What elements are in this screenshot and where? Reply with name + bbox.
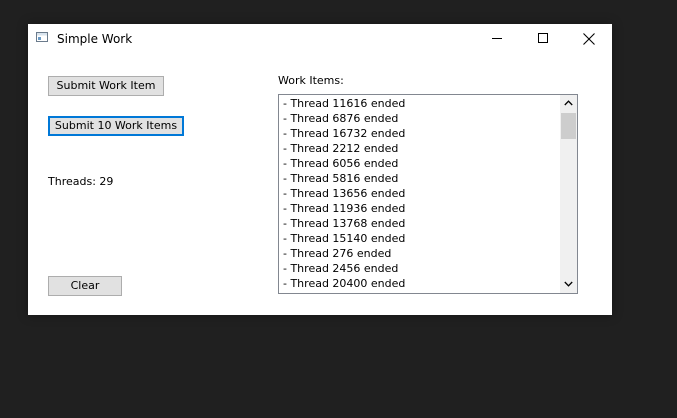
submit-work-item-button[interactable]: Submit Work Item — [48, 76, 164, 96]
maximize-button[interactable] — [520, 24, 566, 54]
list-item[interactable]: - Thread 13656 ended — [283, 186, 559, 201]
minimize-button[interactable] — [474, 24, 520, 54]
list-item[interactable]: - Thread 5816 ended — [283, 171, 559, 186]
minimize-icon — [492, 38, 502, 39]
list-item[interactable]: - Thread 15140 ended — [283, 231, 559, 246]
maximize-icon — [538, 33, 548, 43]
scroll-up-button[interactable] — [560, 95, 577, 112]
threads-count-label: Threads: 29 — [48, 175, 114, 188]
main-window: Simple Work Submit Work Item Submit 10 W… — [28, 24, 612, 315]
clear-button[interactable]: Clear — [48, 276, 122, 296]
scroll-down-button[interactable] — [560, 276, 577, 293]
work-items-listbox[interactable]: - Thread 11616 ended - Thread 6876 ended -… — [278, 94, 578, 294]
list-item[interactable]: - Thread 6056 ended — [283, 156, 559, 171]
list-item[interactable]: - Thread 13768 ended — [283, 216, 559, 231]
list-item[interactable]: - Thread 2456 ended — [283, 261, 559, 276]
close-icon — [583, 33, 595, 45]
vertical-scrollbar[interactable] — [560, 95, 577, 293]
list-item[interactable]: - Thread 20400 ended — [283, 276, 559, 291]
list-item[interactable]: - Thread 11616 ended — [283, 96, 559, 111]
chevron-up-icon — [564, 100, 573, 106]
scroll-thumb[interactable] — [561, 113, 576, 139]
window-title: Simple Work — [57, 32, 133, 46]
list-item[interactable]: - Thread 276 ended — [283, 246, 559, 261]
chevron-down-icon — [564, 281, 573, 287]
title-bar[interactable]: Simple Work — [28, 24, 612, 54]
close-button[interactable] — [566, 24, 612, 54]
list-item[interactable]: - Thread 6876 ended — [283, 111, 559, 126]
submit-10-work-items-button[interactable]: Submit 10 Work Items — [48, 116, 184, 136]
list-item[interactable]: - Thread 2212 ended — [283, 141, 559, 156]
app-window-icon — [36, 32, 48, 42]
work-items-label: Work Items: — [278, 74, 344, 87]
work-items-list: - Thread 11616 ended - Thread 6876 ended -… — [283, 96, 559, 291]
list-item[interactable]: - Thread 16732 ended — [283, 126, 559, 141]
list-item[interactable]: - Thread 11936 ended — [283, 201, 559, 216]
